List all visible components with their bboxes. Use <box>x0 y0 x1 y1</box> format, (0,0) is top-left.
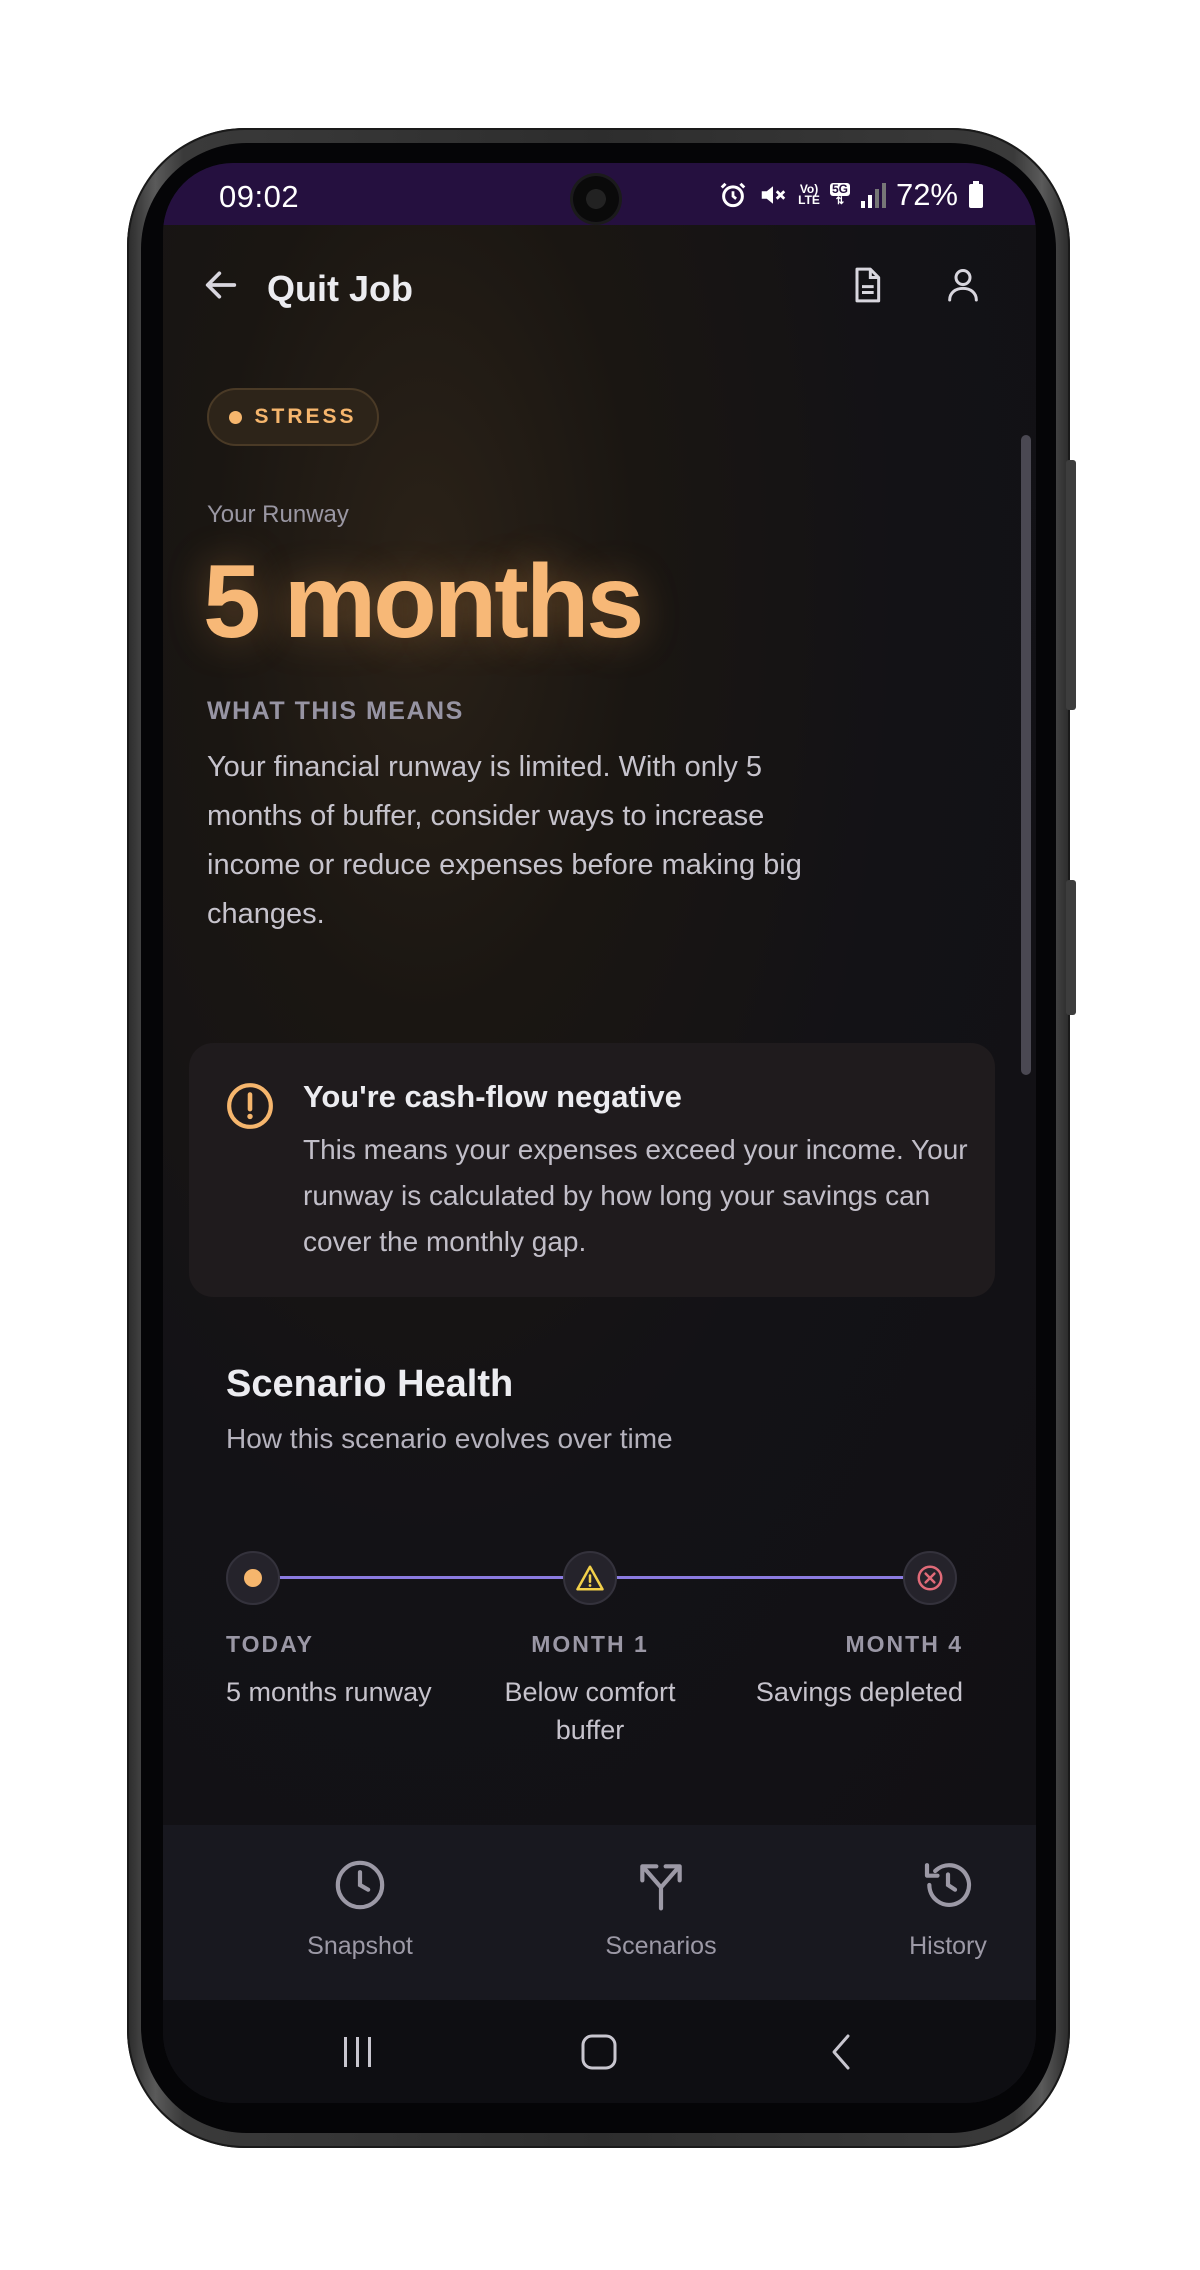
badge-label: STRESS <box>254 405 357 428</box>
home-button[interactable] <box>569 2024 629 2080</box>
nav-label-history: History <box>909 1932 987 1960</box>
close-circle-icon <box>917 1565 943 1591</box>
front-camera <box>573 176 619 222</box>
document-button[interactable] <box>839 257 895 313</box>
user-icon <box>948 269 978 302</box>
scrollbar[interactable] <box>1021 435 1031 1075</box>
split-arrows-icon <box>640 1864 682 1911</box>
timeline-desc-today: 5 months runway <box>226 1677 432 1707</box>
nav-item-scenarios[interactable]: Scenarios <box>548 1825 768 2000</box>
runway-value: 5 months <box>203 544 644 660</box>
timeline-desc-month-1: Below comfort buffer <box>504 1677 676 1745</box>
runway-label: Your Runway <box>207 501 349 528</box>
app-content[interactable]: Quit Job STRESS Your Runway 5 months WHA… <box>163 225 1036 1825</box>
timeline-node-today <box>226 1551 280 1605</box>
arrow-left-icon <box>205 271 237 299</box>
status-badge: STRESS <box>207 388 379 446</box>
timeline-label-month-4: MONTH 4 <box>845 1631 963 1657</box>
status-bar: 09:02 Vo) LTE 5G ⇅ 72% <box>163 163 1036 225</box>
nav-item-snapshot[interactable]: Snapshot <box>247 1825 467 2000</box>
nav-label-snapshot: Snapshot <box>307 1932 413 1960</box>
home-icon <box>581 2034 617 2070</box>
power-button <box>1066 880 1076 1015</box>
signal-icon <box>860 183 886 208</box>
means-heading: WHAT THIS MEANS <box>207 697 464 725</box>
nav-label-scenarios: Scenarios <box>605 1932 717 1960</box>
status-time: 09:02 <box>219 179 300 214</box>
means-text: Your financial runway is limited. With o… <box>207 751 802 930</box>
recent-apps-button[interactable] <box>328 2024 388 2080</box>
timeline-node-month-1 <box>563 1551 617 1605</box>
back-button[interactable] <box>193 257 249 313</box>
mute-icon <box>761 186 786 204</box>
back-nav-button[interactable] <box>811 2024 871 2080</box>
system-navigation-bar <box>163 2000 1036 2103</box>
scenario-timeline: TODAY 5 months runway MONTH 1 Below comf… <box>163 1535 1036 1755</box>
nav-item-history[interactable]: History <box>835 1825 1036 2000</box>
top-app-bar: Quit Job <box>163 225 1036 345</box>
timeline-desc-month-4: Savings depleted <box>755 1677 963 1707</box>
network-5g-icon: 5G ⇅ <box>829 182 850 207</box>
cash-flow-alert-card: You're cash-flow negative This means you… <box>189 1043 995 1297</box>
status-icons: Vo) LTE 5G ⇅ 72% <box>718 177 984 213</box>
section-subtitle: How this scenario evolves over time <box>226 1423 673 1454</box>
clock-icon <box>335 1860 385 1910</box>
badge-dot <box>229 410 243 424</box>
chevron-left-icon <box>832 2034 850 2070</box>
timeline-label-month-1: MONTH 1 <box>531 1631 649 1657</box>
bottom-navigation: Snapshot Scenarios History <box>163 1825 1036 2000</box>
history-icon <box>924 1863 972 1907</box>
recent-apps-icon <box>344 2037 371 2067</box>
battery-percent: 72% <box>895 177 958 212</box>
warning-icon <box>576 1565 604 1591</box>
profile-button[interactable] <box>935 257 991 313</box>
alarm-icon <box>720 182 746 208</box>
volte-icon: Vo) LTE <box>798 182 820 207</box>
alert-circle-icon <box>227 1083 273 1129</box>
today-dot <box>244 1569 262 1587</box>
alert-body: This means your expenses exceed your inc… <box>303 1134 968 1257</box>
alert-title: You're cash-flow negative <box>303 1079 682 1114</box>
battery-icon <box>969 181 983 208</box>
timeline-label-today: TODAY <box>226 1631 314 1657</box>
document-icon <box>855 267 881 303</box>
timeline-node-month-4 <box>903 1551 957 1605</box>
volume-button <box>1066 460 1076 710</box>
section-title: Scenario Health <box>226 1363 514 1405</box>
phone-screen: 09:02 Vo) LTE 5G ⇅ 72% Quit Job STRESS Y… <box>163 163 1036 2103</box>
page-title: Quit Job <box>267 268 413 309</box>
